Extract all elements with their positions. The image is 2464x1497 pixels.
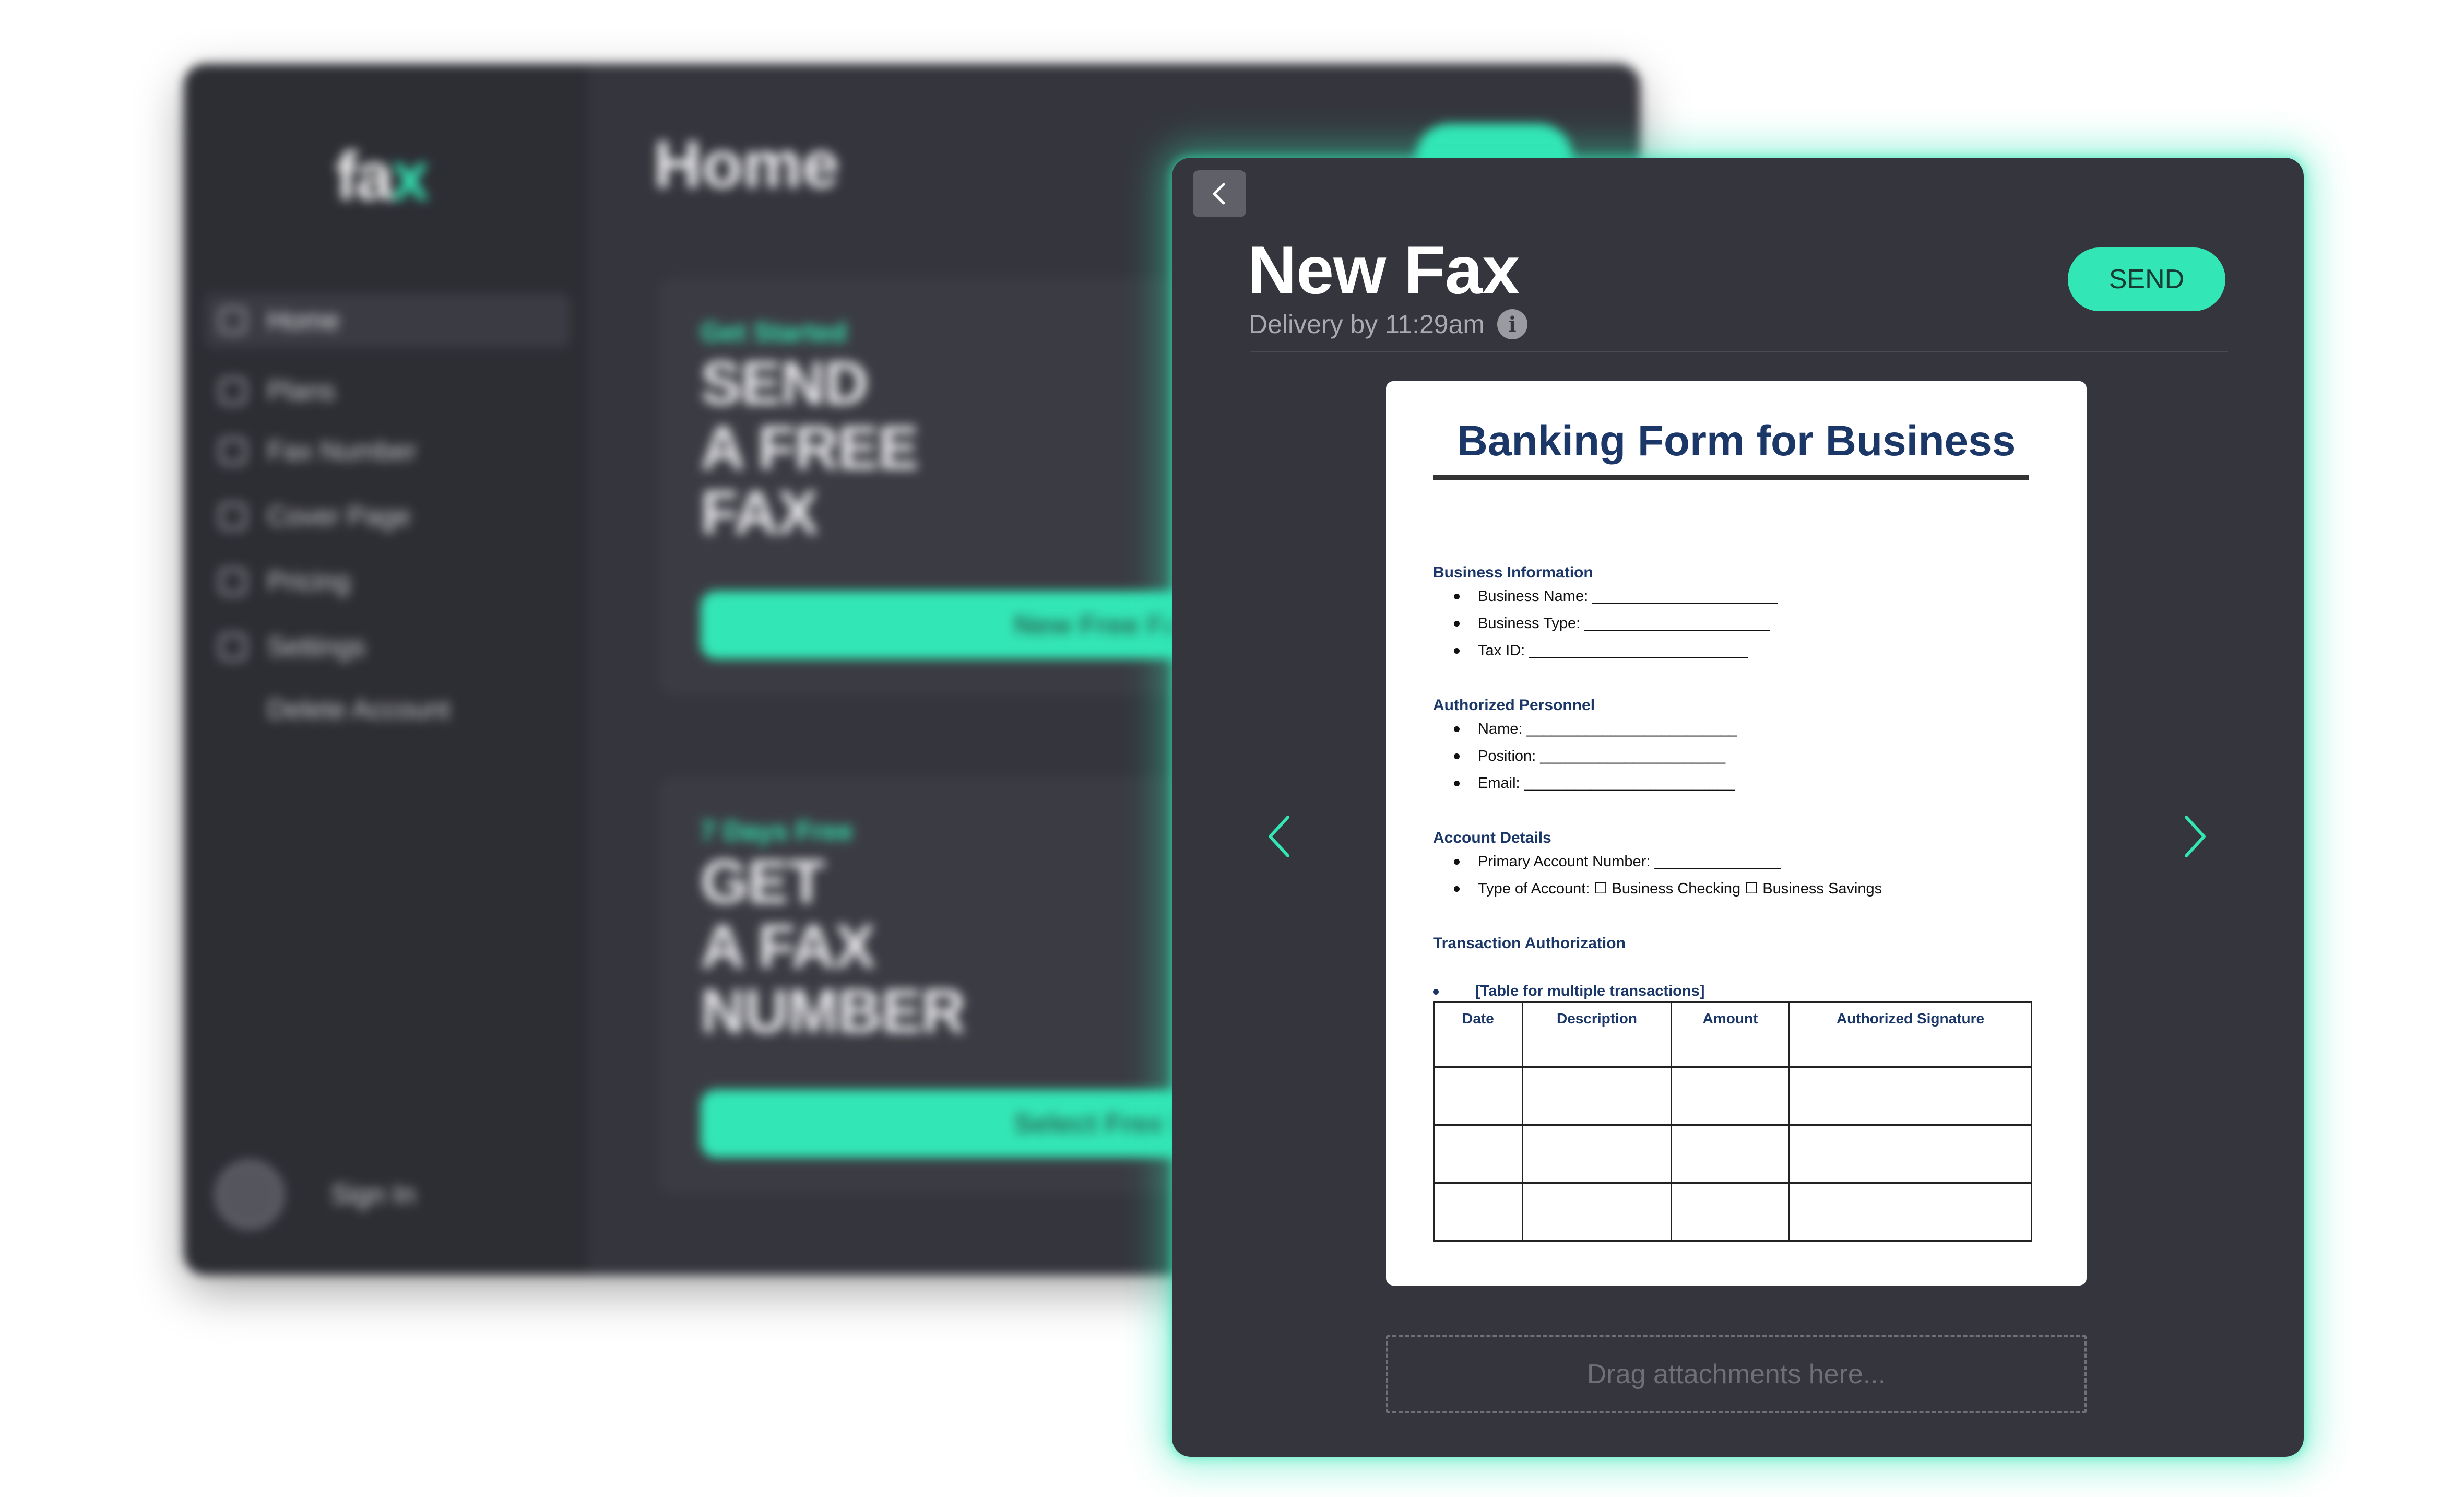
table-cell (1433, 1182, 1523, 1242)
sidebar-item-label: Fax Number (267, 436, 417, 466)
transactions-table: Date Description Amount Authorized Signa… (1433, 1001, 2032, 1242)
table-cell (1788, 1066, 2032, 1126)
info-icon[interactable]: i (1497, 309, 1528, 339)
authorized-personnel-list: Name: _________________________ Position… (1454, 715, 1737, 797)
document-title: Banking Form for Business (1456, 417, 2016, 465)
card-title: SEND A FREE FAX (701, 349, 919, 547)
chevron-left-icon[interactable] (1261, 808, 1297, 865)
modal-title: New Fax (1248, 232, 1520, 308)
table-cell (1522, 1182, 1672, 1242)
header-divider (1251, 351, 2228, 352)
section-heading: Business Information (1433, 564, 1593, 581)
list-item: Business Type: ______________________ (1454, 610, 1778, 637)
sidebar-item-pricing[interactable]: Pricing (205, 555, 570, 609)
table-cell (1671, 1182, 1790, 1242)
sidebar-item-cover-page[interactable]: Cover Page (205, 489, 570, 544)
table-cell (1433, 1066, 1523, 1126)
back-button[interactable] (1193, 170, 1246, 217)
list-item: Business Name: ______________________ (1454, 583, 1778, 610)
table-cell (1433, 1124, 1523, 1184)
sidebar-item-home[interactable]: Home (205, 293, 570, 348)
table-row (1433, 1124, 2032, 1184)
sidebar-item-label: Pricing (267, 567, 350, 597)
delivery-info: Delivery by 11:29am i (1249, 309, 1528, 339)
list-item: Name: _________________________ (1454, 715, 1737, 742)
sidebar-item-label: Plans (267, 376, 336, 406)
sidebar-item-plans[interactable]: Plans (205, 364, 570, 418)
column-header: Authorized Signature (1788, 1001, 2032, 1068)
sidebar-item-label: Cover Page (267, 501, 411, 532)
tag-icon (219, 378, 246, 405)
list-item: Email: _________________________ (1454, 770, 1737, 797)
attachment-drop-zone[interactable]: Drag attachments here... (1386, 1335, 2087, 1413)
business-information-list: Business Name: ______________________ Bu… (1454, 583, 1778, 664)
avatar (215, 1160, 284, 1229)
list-item: Position: ______________________ (1454, 742, 1737, 770)
app-logo: fax (335, 138, 429, 214)
column-header: Amount (1671, 1001, 1790, 1068)
document-icon (219, 503, 246, 530)
table-cell (1671, 1066, 1790, 1126)
table-row (1433, 1182, 2032, 1242)
table-cell (1788, 1182, 2032, 1242)
page-title: Home (654, 127, 839, 202)
table-cell (1788, 1124, 2032, 1184)
sign-in-row[interactable]: Sign In (215, 1160, 416, 1229)
column-header: Description (1522, 1001, 1672, 1068)
column-header: Date (1433, 1001, 1523, 1068)
list-item: Primary Account Number: _______________ (1454, 848, 1882, 875)
table-cell (1671, 1124, 1790, 1184)
card-kicker: 7 Days Free (701, 816, 853, 846)
home-icon (219, 307, 246, 334)
table-cell (1522, 1066, 1672, 1126)
fax-icon (219, 438, 246, 465)
sidebar: fax Home Plans Fax Number Cover Page Pri… (184, 64, 588, 1275)
section-heading: Authorized Personnel (1433, 697, 1595, 714)
new-fax-modal: New Fax Delivery by 11:29am i SEND Banki… (1172, 158, 2304, 1457)
sidebar-item-fax-number[interactable]: Fax Number (205, 424, 570, 478)
document-preview: Banking Form for Business Business Infor… (1386, 381, 2087, 1286)
sidebar-item-delete-account[interactable]: Delete Account (205, 682, 570, 737)
list-item: Type of Account: ☐ Business Checking ☐ B… (1454, 875, 1882, 902)
card-kicker: Get Started (701, 317, 847, 348)
section-heading: Transaction Authorization (1433, 935, 1626, 952)
chevron-left-icon (1213, 183, 1225, 205)
sidebar-item-label: Home (267, 305, 340, 336)
card-title: GET A FAX NUMBER (701, 847, 966, 1046)
title-underline (1433, 475, 2029, 480)
sidebar-item-label: Delete Account (267, 694, 450, 725)
sidebar-item-label: Settings (267, 632, 365, 662)
send-button[interactable]: SEND (2068, 247, 2225, 311)
table-cell (1522, 1124, 1672, 1184)
account-details-list: Primary Account Number: _______________ … (1454, 848, 1882, 902)
section-heading: Account Details (1433, 829, 1551, 846)
table-row (1433, 1066, 2032, 1126)
table-note: [Table for multiple transactions] (1433, 983, 1704, 1000)
sign-in-label: Sign In (331, 1180, 416, 1210)
sidebar-item-settings[interactable]: Settings (205, 620, 570, 674)
gear-icon (219, 633, 246, 661)
list-item: Tax ID: __________________________ (1454, 637, 1778, 664)
chevron-right-icon[interactable] (2177, 808, 2213, 865)
delivery-text: Delivery by 11:29am (1249, 310, 1485, 339)
price-icon (219, 568, 246, 595)
table-header-row: Date Description Amount Authorized Signa… (1433, 1001, 2032, 1068)
